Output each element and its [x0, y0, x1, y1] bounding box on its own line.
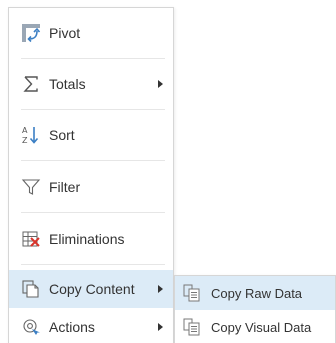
sigma-icon	[21, 74, 41, 94]
filter-funnel-icon	[21, 177, 41, 197]
eliminations-grid-icon	[21, 229, 41, 249]
copy-visual-data-icon	[183, 318, 201, 336]
menu-item-pivot[interactable]: Pivot	[9, 14, 173, 52]
menu-item-sort[interactable]: A Z Sort	[9, 116, 173, 154]
menu-item-label: Pivot	[49, 25, 81, 41]
menu-item-label: Filter	[49, 179, 81, 195]
context-menu: Pivot Totals A Z Sort Filter Elimination…	[8, 7, 174, 343]
menu-divider	[21, 58, 165, 59]
svg-text:Z: Z	[22, 136, 28, 145]
context-menu-stage: Pivot Totals A Z Sort Filter Elimination…	[0, 0, 336, 343]
submenu-item-label: Copy Raw Data	[211, 285, 303, 301]
menu-item-label: Sort	[49, 127, 75, 143]
menu-item-label: Actions	[49, 319, 95, 335]
svg-text:A: A	[22, 126, 28, 135]
menu-item-label: Copy Content	[49, 281, 135, 297]
menu-item-filter[interactable]: Filter	[9, 168, 173, 206]
chevron-right-icon	[158, 285, 163, 293]
menu-item-actions[interactable]: Actions	[9, 310, 173, 343]
menu-item-eliminations[interactable]: Eliminations	[9, 220, 173, 258]
copy-raw-data-icon	[183, 284, 201, 302]
menu-divider	[21, 109, 165, 110]
menu-item-label: Eliminations	[49, 231, 125, 247]
chevron-right-icon	[158, 80, 163, 88]
sort-az-icon: A Z	[21, 125, 41, 145]
chevron-right-icon	[158, 323, 163, 331]
menu-item-label: Totals	[49, 76, 86, 92]
menu-divider	[21, 264, 165, 265]
actions-gear-icon	[21, 317, 41, 337]
menu-item-totals[interactable]: Totals	[9, 65, 173, 103]
menu-divider	[21, 160, 165, 161]
submenu-item-label: Copy Visual Data	[211, 319, 312, 335]
menu-item-copy-content[interactable]: Copy Content	[9, 270, 173, 308]
pivot-icon	[21, 23, 41, 43]
submenu-item-copy-raw-data[interactable]: Copy Raw Data	[175, 276, 335, 310]
copy-document-icon	[21, 279, 41, 299]
menu-divider	[21, 212, 165, 213]
copy-content-submenu: Copy Raw Data Copy Visual Data	[174, 275, 336, 343]
submenu-item-copy-visual-data[interactable]: Copy Visual Data	[175, 310, 335, 343]
